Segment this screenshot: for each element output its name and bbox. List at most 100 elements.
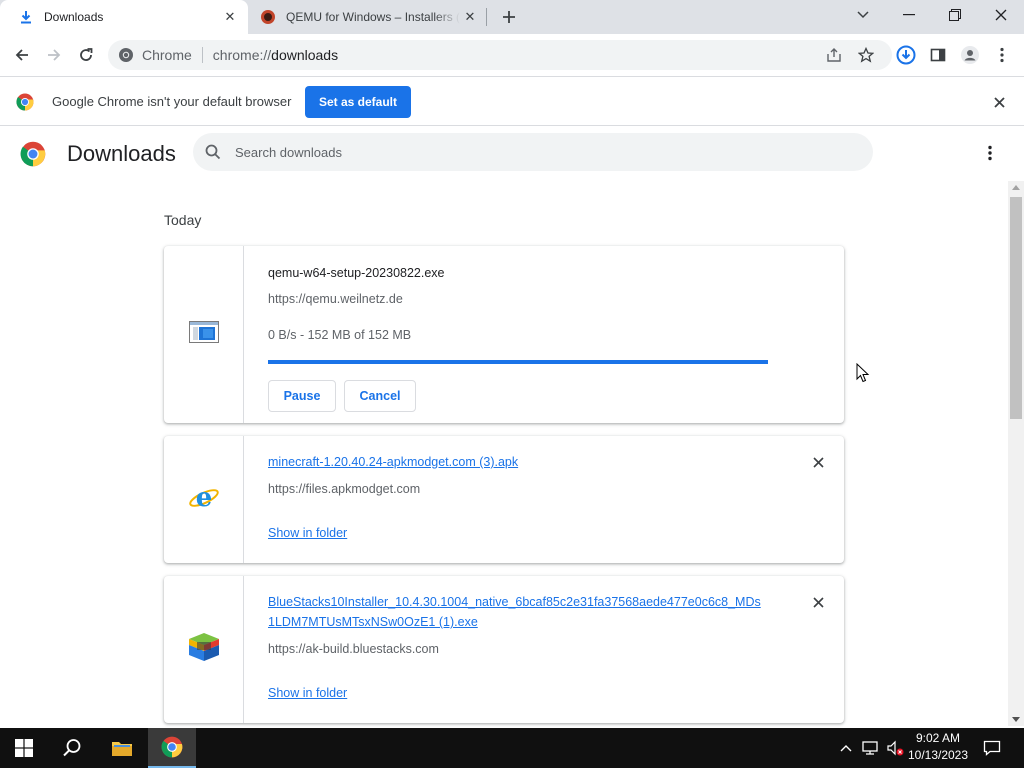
download-status: 0 B/s - 152 MB of 152 MB [268,328,412,342]
scroll-up-arrow-icon[interactable] [1012,185,1020,190]
download-item: e minecraft-1.20.40.24-apkmodget.com (3)… [164,436,844,563]
close-icon [995,9,1007,21]
date-header: Today [164,212,202,228]
show-in-folder-link[interactable]: Show in folder [268,526,347,540]
url-scheme: chrome:// [212,47,272,63]
close-window-button[interactable] [978,0,1024,30]
site-chip: Chrome [142,47,192,63]
file-icon-column: e [164,436,244,563]
show-hidden-icons-button[interactable] [836,728,856,768]
page-scrollbar[interactable] [1008,181,1024,726]
profile-button[interactable] [956,41,984,69]
back-button[interactable] [8,41,36,69]
mouse-cursor-icon [856,362,870,388]
network-tray-icon[interactable] [860,728,882,768]
file-name-link[interactable]: BlueStacks10Installer_10.4.30.1004_nativ… [268,592,761,632]
restore-button[interactable] [932,0,978,30]
tab-close-icon[interactable]: ✕ [460,7,480,27]
default-browser-infobar: Google Chrome isn't your default browser… [0,76,1024,126]
qemu-favicon [260,9,276,25]
folder-icon [112,742,132,756]
download-item: BlueStacks10Installer_10.4.30.1004_nativ… [164,576,844,723]
minimize-button[interactable] [886,0,932,30]
source-url: https://ak-build.bluestacks.com [268,642,439,656]
tab-divider [486,8,487,26]
browser-toolbar: Chrome chrome://downloads [0,34,1024,76]
remove-from-list-button[interactable] [808,592,828,612]
more-vert-icon [988,145,992,161]
file-icon-column [164,576,244,723]
share-button[interactable] [820,41,848,69]
side-panel-button[interactable] [924,41,952,69]
download-icon [18,9,34,25]
chevron-down-icon [857,11,869,19]
close-icon [812,456,824,468]
tab-search-button[interactable] [840,0,886,30]
action-center-button[interactable] [978,728,1006,768]
download-progress-bar [268,360,768,364]
minimize-icon [903,14,915,16]
file-name-line: BlueStacks10Installer_10.4.30.1004_nativ… [268,595,761,609]
remove-from-list-button[interactable] [808,452,828,472]
tab-close-icon[interactable]: ✕ [220,7,240,27]
more-vert-icon [1000,47,1004,63]
tab-strip: Downloads ✕ QEMU for Windows – Installer… [0,0,1024,34]
address-bar[interactable]: Chrome chrome://downloads [108,40,892,70]
page-title: Downloads [67,141,176,166]
downloads-more-actions-button[interactable] [978,141,1002,165]
file-explorer-button[interactable] [98,728,146,768]
share-icon [827,48,841,62]
chrome-logo-icon [161,736,183,758]
cancel-button[interactable]: Cancel [344,380,416,412]
download-item: qemu-w64-setup-20230822.exe https://qemu… [164,246,844,423]
url-path: downloads [271,47,339,63]
search-icon [63,739,81,757]
plus-icon [503,11,515,23]
file-name-link[interactable]: minecraft-1.20.40.24-apkmodget.com (3).a… [268,452,518,472]
search-placeholder: Search downloads [235,144,342,160]
set-as-default-button[interactable]: Set as default [305,86,411,118]
forward-button[interactable] [40,41,68,69]
new-tab-button[interactable] [498,6,520,28]
taskbar-clock[interactable]: 9:02 AM 10/13/2023 [900,730,976,766]
infobar-message: Google Chrome isn't your default browser [52,94,292,109]
notification-icon [983,740,1001,756]
downloads-header: Downloads Search downloads [0,127,1024,181]
windows-taskbar: 9:02 AM 10/13/2023 [0,728,1024,768]
taskbar-search-button[interactable] [48,728,96,768]
tab-qemu[interactable]: QEMU for Windows – Installers (64 bit) ✕ [250,0,488,34]
start-button[interactable] [0,728,48,768]
chrome-menu-button[interactable] [988,41,1016,69]
file-name-line: 1LDM7MTUsMTsxNSw0OzE1 (1).exe [268,615,478,629]
arrow-left-icon [15,49,28,61]
svg-text:e: e [195,483,212,513]
scrollbar-thumb[interactable] [1010,197,1022,419]
pause-button[interactable]: Pause [268,380,336,412]
chevron-up-icon [840,745,852,752]
show-in-folder-link[interactable]: Show in folder [268,686,347,700]
close-icon [812,596,824,608]
source-url: https://files.apkmodget.com [268,482,421,496]
infobar-close-button[interactable] [988,91,1010,113]
bookmark-button[interactable] [852,41,880,69]
chrome-icon [118,47,134,63]
clock-time: 9:02 AM [915,731,961,745]
reload-button[interactable] [72,41,100,69]
download-circle-icon [896,45,916,65]
downloads-toolbar-button[interactable] [892,41,920,69]
reload-icon [80,48,93,61]
download-progress-fill [268,360,768,364]
internet-explorer-icon: e [188,481,220,518]
tab-title: Downloads [44,10,104,24]
search-downloads-input[interactable]: Search downloads [193,133,873,171]
windows-logo-icon [15,739,33,757]
source-url: https://qemu.weilnetz.de [268,292,403,306]
bluestacks-icon [187,631,221,668]
chrome-taskbar-button[interactable] [148,728,196,768]
chrome-logo-icon [20,141,46,172]
tab-downloads[interactable]: Downloads ✕ [0,0,248,34]
file-name: qemu-w64-setup-20230822.exe [268,266,445,280]
scroll-down-arrow-icon[interactable] [1012,717,1020,722]
file-icon-column [164,246,244,423]
tab-title: QEMU for Windows – Installers (64 bit) [286,10,460,24]
